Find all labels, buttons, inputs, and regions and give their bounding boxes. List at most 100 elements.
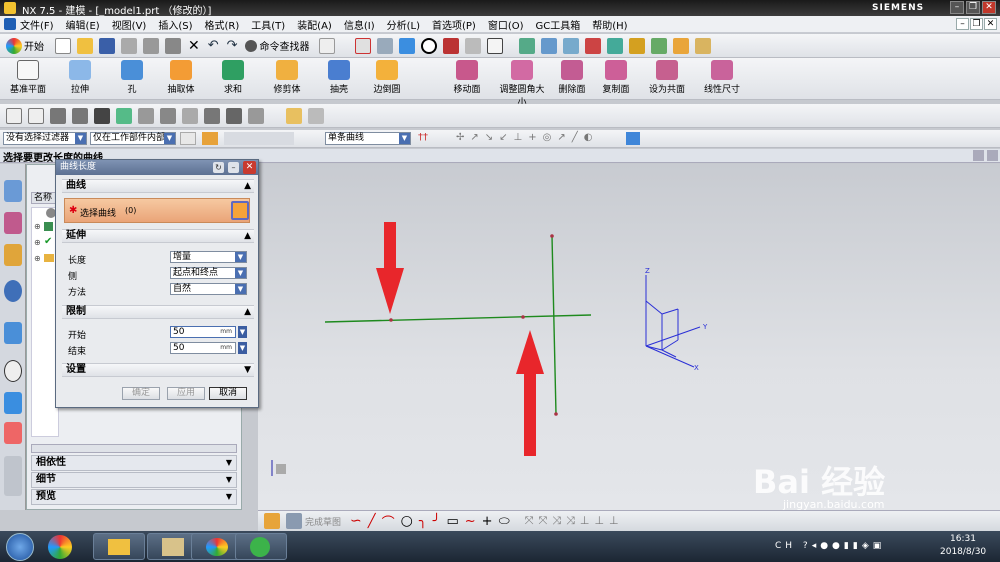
web-browser-icon[interactable] xyxy=(4,322,22,344)
extrude-button[interactable]: 拉伸 xyxy=(55,60,105,95)
minimize-button[interactable]: – xyxy=(950,1,964,14)
redo-icon[interactable]: ↷ xyxy=(227,38,238,53)
doc-minimize-button[interactable]: – xyxy=(956,18,969,30)
point-icon[interactable]: + xyxy=(482,514,493,529)
delete-icon[interactable]: ✕ xyxy=(188,38,200,54)
fit-icon[interactable] xyxy=(354,37,371,54)
menu-window[interactable]: 窗口(O) xyxy=(488,17,524,32)
analysis-icon[interactable] xyxy=(650,37,667,54)
menu-preferences[interactable]: 首选项(P) xyxy=(432,17,476,32)
panel-icon-2[interactable] xyxy=(987,150,998,161)
close-icon[interactable]: ✕ xyxy=(243,161,256,174)
project-icon[interactable] xyxy=(50,107,66,124)
system-tray-icons[interactable]: CH ?◂●●▮▮◈▣ xyxy=(775,541,935,553)
section-dependencies[interactable]: 相依性 ▼ xyxy=(31,455,237,471)
menu-help[interactable]: 帮助(H) xyxy=(592,17,627,32)
face-icon-4[interactable] xyxy=(204,107,220,124)
pinned-app-icon[interactable] xyxy=(48,535,72,559)
start-menu-icon[interactable]: ▼ xyxy=(238,326,247,338)
arc-icon[interactable]: ⌒ xyxy=(382,512,395,531)
sketch-icon[interactable] xyxy=(264,513,280,529)
extract-body-button[interactable]: 抽取体 xyxy=(156,60,206,95)
pattern-icon[interactable] xyxy=(94,107,110,124)
menu-insert[interactable]: 插入(S) xyxy=(158,17,192,32)
chamfer-icon[interactable] xyxy=(116,107,132,124)
menu-edit[interactable]: 编辑(E) xyxy=(66,17,100,32)
start-button[interactable]: 开始 xyxy=(24,38,44,53)
background-icon[interactable] xyxy=(486,37,503,54)
section-curve[interactable]: 曲线 ▲ xyxy=(62,179,254,193)
app-menu-icon[interactable] xyxy=(4,18,16,30)
offset-curve-icon[interactable]: ⬭ xyxy=(499,514,510,529)
curve-select-icon[interactable] xyxy=(231,201,249,220)
copy-face-button[interactable]: 复制面 xyxy=(591,60,641,95)
view-cube-icon[interactable] xyxy=(442,37,459,54)
face-icon-2[interactable] xyxy=(160,107,176,124)
snap-point-icon[interactable] xyxy=(202,132,218,145)
menu-view[interactable]: 视图(V) xyxy=(112,17,147,32)
reference-icon[interactable] xyxy=(606,37,623,54)
select-icon[interactable] xyxy=(318,37,335,54)
length-select[interactable]: 增量 ▼ xyxy=(170,251,247,263)
restore-button[interactable]: ❐ xyxy=(966,1,980,14)
snap-icon[interactable] xyxy=(628,37,645,54)
ruler-icon[interactable] xyxy=(694,37,711,54)
command-finder-button[interactable]: 命令查找器 xyxy=(260,38,310,53)
doc-close-button[interactable]: ✕ xyxy=(984,18,997,30)
move-layer-icon[interactable] xyxy=(540,37,557,54)
dialog-title-bar[interactable]: 曲线长度 ↻ – ✕ xyxy=(56,160,258,175)
assembly-navigator-icon[interactable] xyxy=(4,180,22,202)
wcs-icon[interactable] xyxy=(562,37,579,54)
panel-icon[interactable] xyxy=(973,150,984,161)
chamfer-sketch-icon[interactable]: ╯ xyxy=(433,514,441,529)
filter-icon[interactable] xyxy=(180,132,196,145)
reuse-library-icon[interactable] xyxy=(4,280,22,302)
face-icon-3[interactable] xyxy=(182,107,198,124)
undo-icon[interactable]: ↶ xyxy=(208,38,219,53)
close-button[interactable]: ✕ xyxy=(982,1,996,14)
expand-icon[interactable]: ⊕ xyxy=(34,222,41,231)
windows-start-button[interactable] xyxy=(6,533,34,561)
roles-icon[interactable] xyxy=(4,422,22,444)
constraint-icons[interactable]: ⤧⤧⤨⤨⊥⊥⊥ xyxy=(525,514,624,528)
history-icon[interactable] xyxy=(4,360,22,382)
paste-icon[interactable] xyxy=(165,37,181,54)
resize-blend-button[interactable]: 调整圆角大小 xyxy=(497,60,547,108)
render-style-icon[interactable] xyxy=(376,37,393,54)
wire-cube-icon[interactable] xyxy=(464,37,481,54)
curve-rule-select[interactable]: 单条曲线 ▼ xyxy=(325,132,411,145)
cut-icon[interactable] xyxy=(121,37,137,54)
menu-analysis[interactable]: 分析(L) xyxy=(387,17,420,32)
datum-plane-button[interactable]: 基准平面 xyxy=(3,60,53,95)
unite-button[interactable]: 求和 xyxy=(208,60,258,95)
cancel-button[interactable]: 取消 xyxy=(209,387,247,400)
intersection-icon[interactable]: †† xyxy=(418,132,428,143)
selection-icons-group[interactable] xyxy=(224,132,294,145)
studio-spline-icon[interactable]: ~ xyxy=(465,514,476,529)
profile-icon[interactable]: ∽ xyxy=(350,513,362,529)
taskbar-app[interactable] xyxy=(235,533,287,560)
line-icon[interactable]: ╱ xyxy=(368,514,376,529)
section-limits[interactable]: 限制 ▲ xyxy=(62,305,254,319)
section-preview[interactable]: 预览 ▼ xyxy=(31,489,237,505)
collapse-dialog-icon[interactable]: – xyxy=(228,162,239,173)
face-icon-5[interactable] xyxy=(226,107,242,124)
ok-button[interactable]: 确定 xyxy=(122,387,160,400)
offset-icon[interactable] xyxy=(72,107,88,124)
move-face-button[interactable]: 移动面 xyxy=(442,60,492,95)
new-icon[interactable] xyxy=(55,37,71,54)
scrollbar[interactable] xyxy=(4,456,22,496)
menu-assembly[interactable]: 装配(A) xyxy=(297,17,332,32)
rectangle-icon[interactable]: ▭ xyxy=(446,514,458,529)
selection-scope-select[interactable]: 仅在工作部件内部 ▼ xyxy=(90,132,176,145)
start-input[interactable]: 50 mm xyxy=(170,326,236,338)
finish-sketch-icon[interactable] xyxy=(286,513,302,529)
edge-blend-button[interactable]: 边倒圆 xyxy=(362,60,412,95)
doc-restore-button[interactable]: ❐ xyxy=(970,18,983,30)
menu-file[interactable]: 文件(F) xyxy=(20,17,54,32)
shaded-icon[interactable] xyxy=(398,37,415,54)
apply-button[interactable]: 应用 xyxy=(167,387,205,400)
snap-point-icons[interactable]: ✢↗↘↙⊥+◎↗╱◐ xyxy=(456,132,616,145)
menu-gc-toolbox[interactable]: GC工具箱 xyxy=(536,17,581,32)
side-select[interactable]: 起点和终点 ▼ xyxy=(170,267,247,279)
